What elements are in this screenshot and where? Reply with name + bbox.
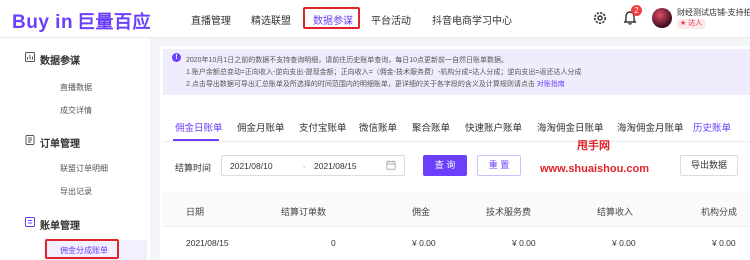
column-header-settled-income: 结算收入 [597,207,634,217]
sidebar-item-alliance-orders[interactable]: 联盟订单明细 [60,163,108,174]
active-tab-indicator [173,139,219,141]
table-cell-service-fee: ¥ 0.00 [512,238,536,248]
tab-history[interactable]: 历史账单 [693,120,731,134]
notice-line-2: 1.账户余额总变动=正向收入-逆向支出-提现金额；正向收入=（佣金-技术服务费）… [186,69,582,76]
logo-cn: 巨量百应 [77,12,152,32]
tab-alipay[interactable]: 支付宝账单 [299,120,347,134]
table-cell-date: 2021/08/15 [186,238,229,248]
bill-icon [25,217,35,227]
notice-line-1: 2020年10月1日之前的数据不支持查询明细，请前往历史账单查询，每日10点更新… [186,57,509,64]
nav-platform-activity[interactable]: 平台活动 [371,12,411,27]
start-date-field[interactable]: 2021/08/10 [230,161,273,171]
sidebar-highlight-box [45,239,119,259]
column-header-settled-orders: 结算订单数 [281,207,327,217]
settings-gear-icon[interactable] [592,10,608,26]
column-header-service-fee: 技术服务费 [486,207,532,217]
star-icon: ★ [680,20,687,27]
nav-alliance[interactable]: 精选联盟 [251,12,291,27]
table-row-divider [163,226,750,227]
sidebar-section-bill-management[interactable]: 账单管理 [40,217,80,232]
logo[interactable]: Buy in 巨量百应 [12,8,151,34]
column-header-agency-share: 机构分成 [701,207,738,217]
sidebar-item-live-data[interactable]: 直播数据 [60,82,92,93]
watermark-url: www.shuaishou.com [540,163,649,175]
calendar-icon[interactable] [386,160,396,170]
nav-learning-center[interactable]: 抖音电商学习中心 [432,12,512,27]
sidebar-item-export-records[interactable]: 导出记录 [60,186,92,197]
tabs-divider [163,141,750,142]
sidebar-section-data-advisor[interactable]: 数据参谋 [40,52,80,67]
logo-en: Buy in [12,12,74,33]
tab-wechat[interactable]: 微信账单 [359,120,397,134]
data-chart-icon [25,52,35,62]
tab-quick-account[interactable]: 快速账户账单 [465,120,522,134]
column-header-commission: 佣金 [412,207,431,217]
end-date-field[interactable]: 2021/08/15 [314,161,357,171]
column-header-date: 日期 [186,207,205,217]
table-cell-agency-share: ¥ 0.00 [712,238,736,248]
table-header [163,192,750,226]
tab-overseas-daily[interactable]: 海淘佣金日账单 [537,120,604,134]
settlement-time-label: 结算时间 [175,163,212,173]
watermark-name: 甩手网 [577,140,610,152]
info-icon: ! [172,53,181,62]
nav-highlight-box [303,7,360,29]
query-button[interactable]: 查 询 [423,155,467,176]
reconciliation-guide-link[interactable]: 对账指南 [537,81,565,88]
tab-commission-daily[interactable]: 佣金日账单 [175,120,223,134]
user-name[interactable]: 财经测试店铺-支持拍 [677,7,750,18]
table-cell-commission: ¥ 0.00 [412,238,436,248]
avatar[interactable] [652,8,672,28]
order-list-icon [25,135,35,145]
table-cell-settled-orders: 0 [331,238,336,248]
date-separator: - [303,161,306,171]
notification-badge: 2 [631,5,642,16]
tab-commission-monthly[interactable]: 佣金月账单 [237,120,285,134]
user-role-badge: ★ 达人 [677,19,706,29]
sidebar-item-deal-details[interactable]: 成交详情 [60,105,92,116]
reset-button[interactable]: 重 置 [477,155,521,176]
notice-line-3: 2.点击导出数据可导出汇总账单及所选择的时间范围内的明细账单，更详细的关于各字段… [186,79,565,89]
table-cell-settled-income: ¥ 0.00 [612,238,636,248]
nav-live-management[interactable]: 直播管理 [191,12,231,27]
tab-overseas-monthly[interactable]: 海淘佣金月账单 [617,120,684,134]
export-data-button[interactable]: 导出数据 [680,155,738,176]
tab-aggregate[interactable]: 聚合账单 [412,120,450,134]
sidebar-section-order-management[interactable]: 订单管理 [40,135,80,150]
notice-line-3-text: 2.点击导出数据可导出汇总账单及所选择的时间范围内的明细账单，更详细的关于各字段… [186,81,535,88]
user-role-label: 达人 [688,20,703,27]
